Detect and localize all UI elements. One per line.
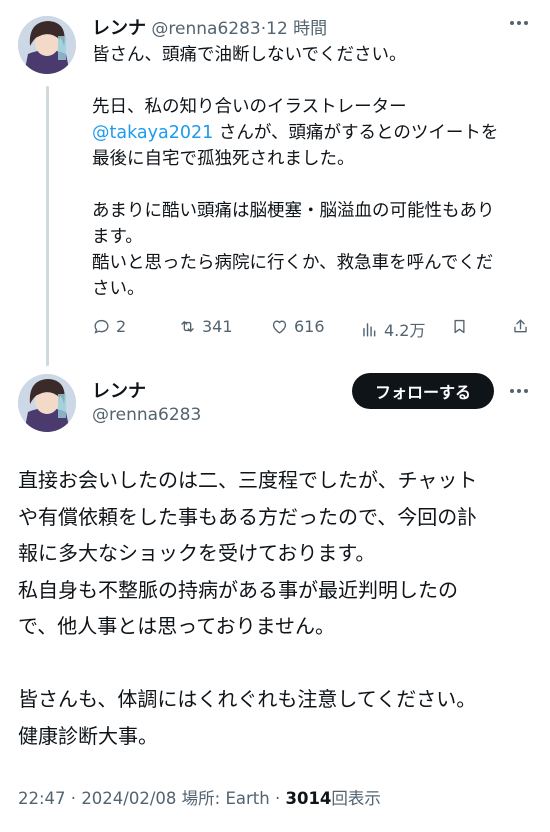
tweet-time[interactable]: 12 時間 [266,19,327,39]
bookmark-button[interactable] [450,317,469,336]
author-handle[interactable]: @renna6283 [92,405,201,425]
reply-line-text: さんが、頭痛がするとのツイートを [218,123,499,143]
heart-icon [272,320,287,334]
share-button[interactable] [511,317,530,336]
follow-button[interactable]: フォローする [352,373,494,409]
tweet-line: や有償依頼をした事もある方だったので、今回の訃 [18,504,478,529]
tweet-line: で、他人事とは思っておりません。 [18,614,335,638]
tweet-line: 皆さんも、体調にはくれぐれも注意してください。 [18,687,477,711]
tweet-line: 私自身も不整脈の持病がある事が最近判明したの [18,577,458,602]
author-name[interactable]: レンナ [92,377,146,403]
avatar[interactable] [18,16,76,74]
mention-link[interactable]: @takaya2021 [92,123,213,143]
bookmark-icon [454,319,465,334]
retweet-button[interactable]: 341 [178,317,233,336]
view-label: 回表示 [331,789,381,808]
reply-button[interactable]: 2 [92,317,126,336]
tweet-meta: 22:47 · 2024/02/08 場所: Earth · 3014回表示 [18,789,381,808]
author-name[interactable]: レンナ [92,18,146,39]
reply-line: さい。 [92,279,145,299]
comment-icon [94,319,109,334]
reply-line: ます。 [92,227,143,247]
like-button[interactable]: 616 [270,317,325,336]
tweet-time[interactable]: 22:47 [18,789,66,808]
avatar[interactable] [18,374,76,432]
retweet-icon [181,321,194,332]
tweet-line: 報に多大なショックを受けております。 [18,541,376,565]
tweet-body: 直接お会いしたのは二、三度程でしたが、チャット や有償依頼をした事もある方だった… [18,462,477,754]
share-icon [514,319,527,333]
retweet-count: 341 [202,317,233,336]
tweet-date[interactable]: 2024/02/08 [81,789,176,808]
more-horizontal-icon[interactable] [508,12,530,39]
reply-header: レンナ @renna6283·12 時間 [92,14,327,40]
like-count: 616 [294,317,325,336]
reply-line: あまりに酷い頭痛は脳梗塞・脳溢血の可能性もあり [92,201,495,221]
reply-line: 最後に自宅で孤独死されました。 [92,149,355,169]
author-handle[interactable]: @renna6283 [151,19,260,39]
more-horizontal-icon[interactable] [508,380,530,407]
tweet-location: 場所: Earth [181,789,270,808]
reply-count: 2 [116,317,127,336]
reply-body: 皆さん、頭痛で油断しないでください。 先日、私の知り合いのイラストレーター @t… [92,42,498,302]
thread-line [46,86,49,366]
view-count: 3014 [285,789,332,808]
reply-line: 皆さん、頭痛で油断しないでください。 [92,45,407,65]
tweet-line: 直接お会いしたのは二、三度程でしたが、チャット [18,468,478,492]
views-button[interactable]: 4.2万 [360,317,425,341]
reply-line: 先日、私の知り合いのイラストレーター [92,97,407,117]
reply-line: 酷いと思ったら病院に行くか、救急車を呼んでくだ [92,253,494,273]
reply-line: @takaya2021 さんが、頭痛がするとのツイートを [92,120,498,146]
tweet-line: 健康診断大事。 [18,723,158,748]
analytics-icon [363,322,376,337]
view-count: 4.2万 [384,321,426,340]
